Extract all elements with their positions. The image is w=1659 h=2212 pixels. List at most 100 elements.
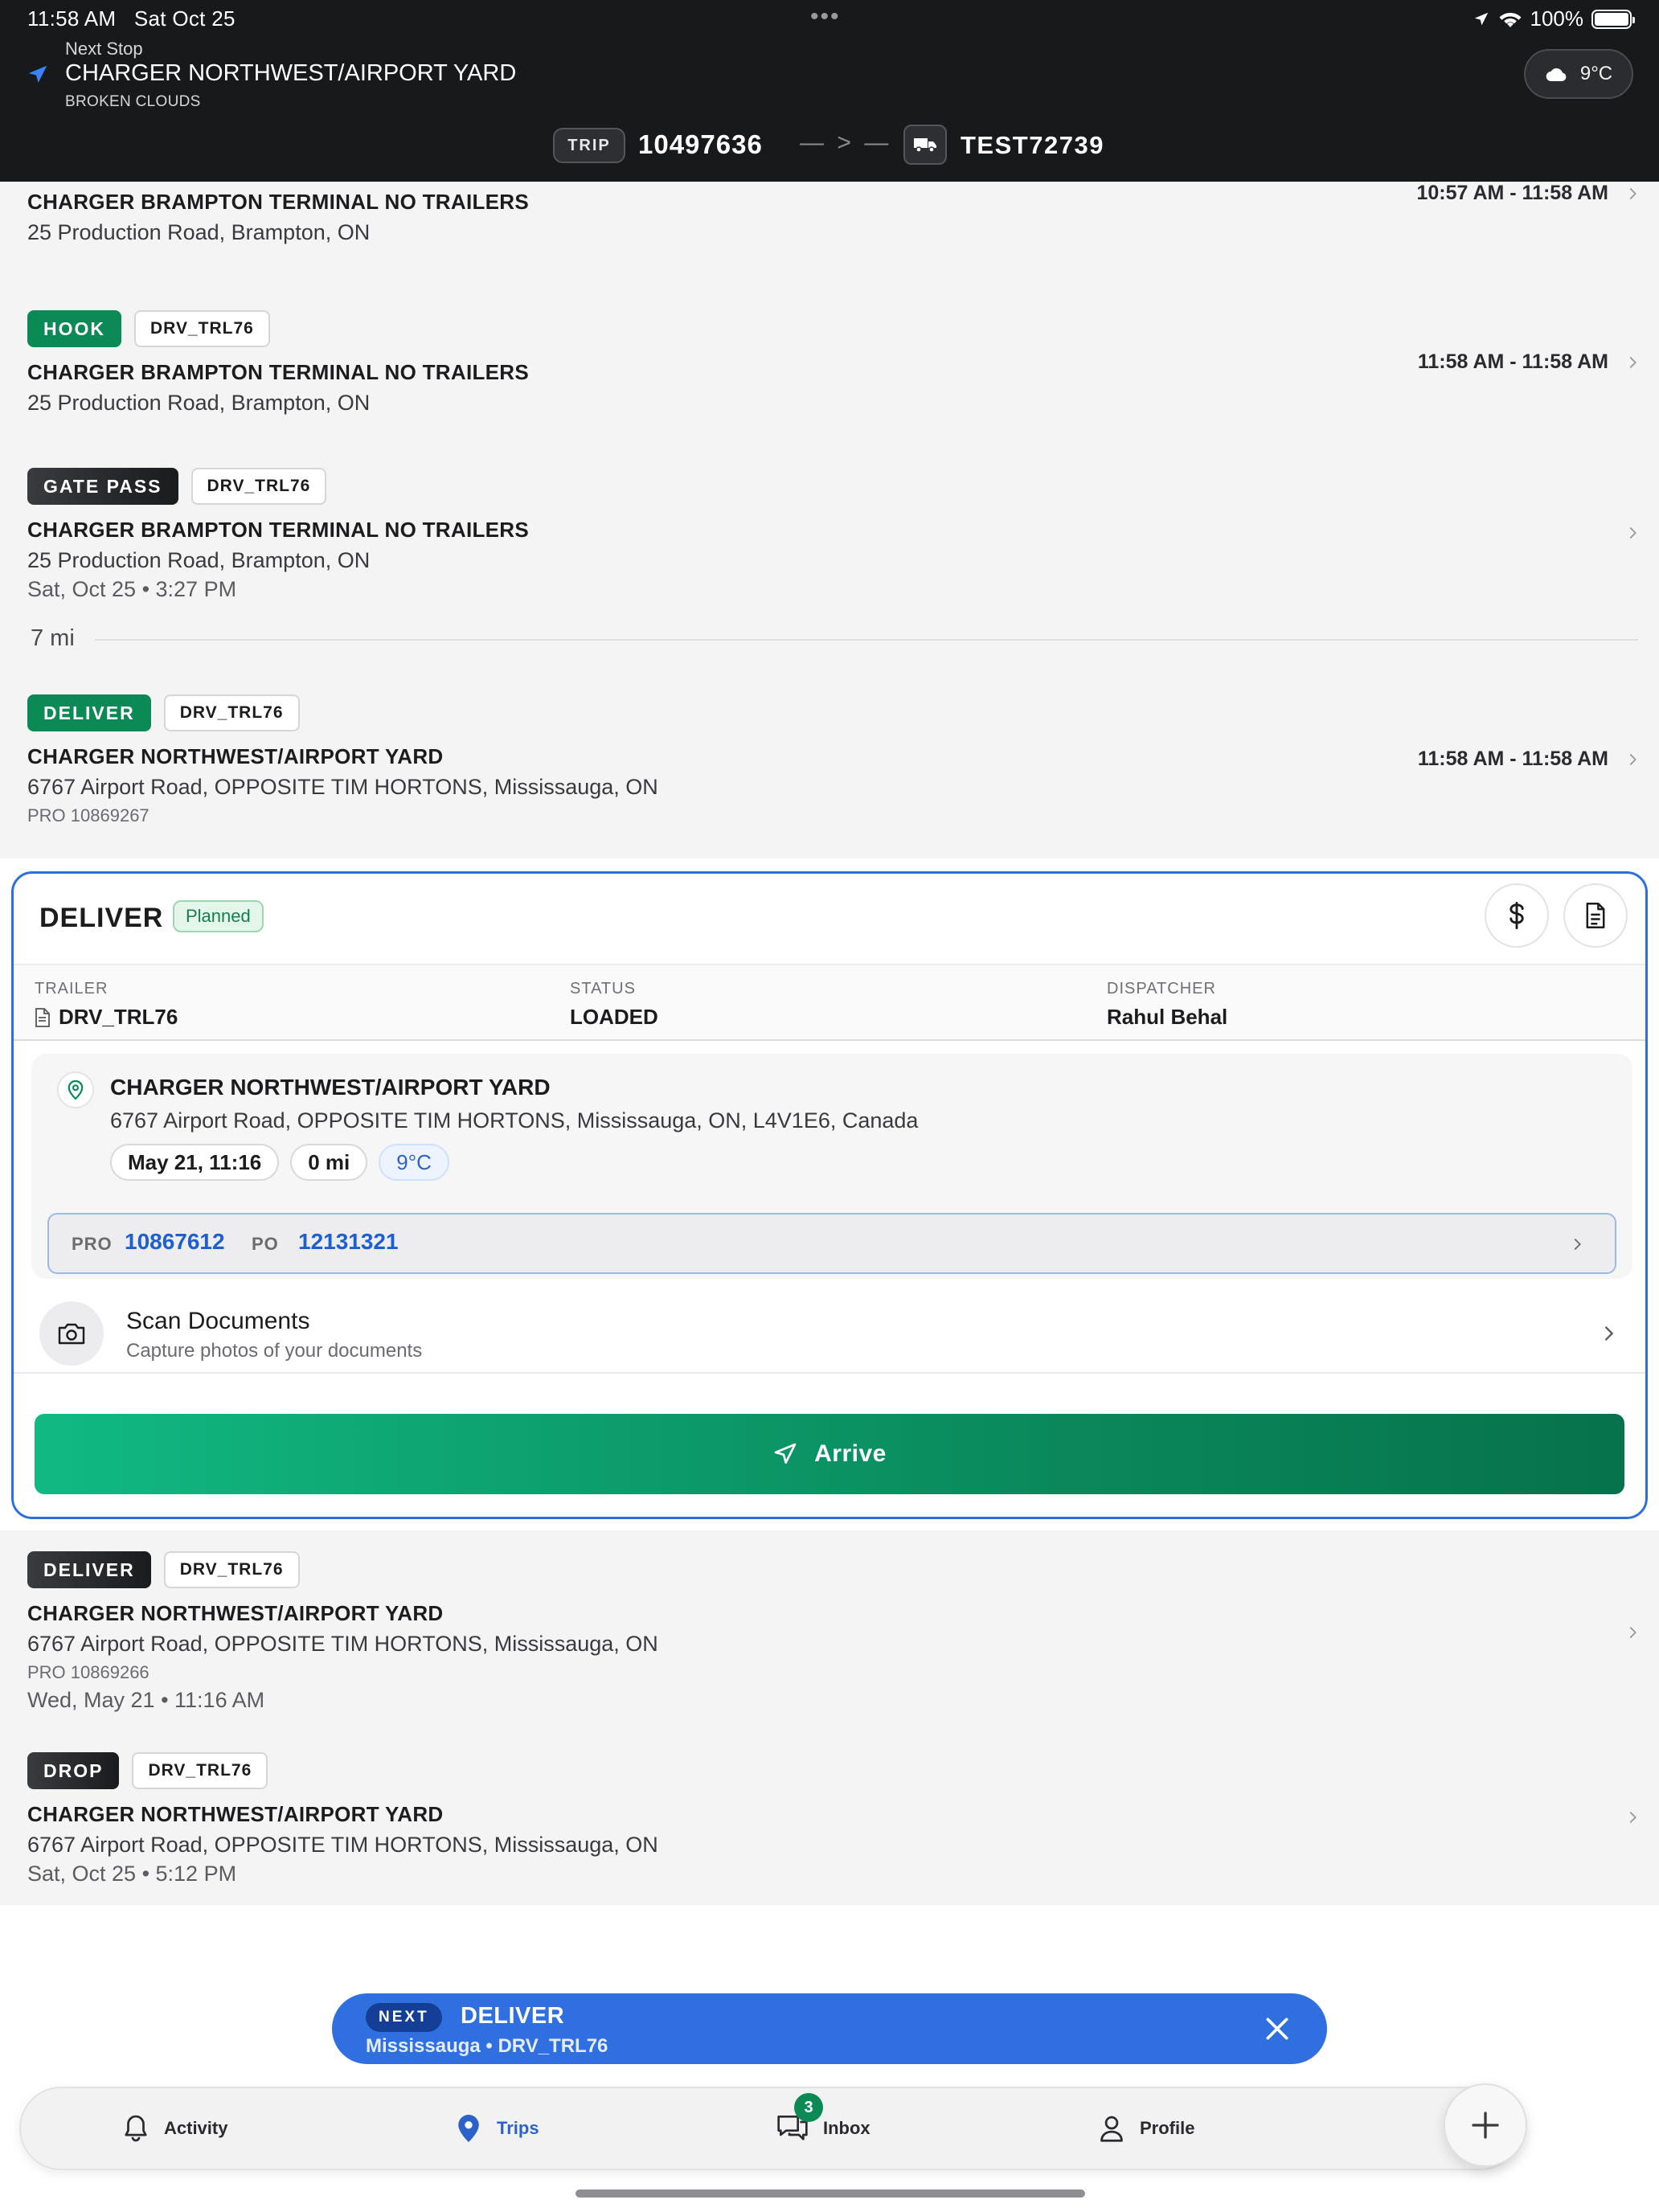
- stop-address: 25 Production Road, Brampton, ON: [27, 391, 371, 415]
- next-stop-name[interactable]: CHARGER NORTHWEST/AIRPORT YARD: [65, 60, 516, 87]
- chevron-right-icon: [1624, 751, 1641, 768]
- arrive-label: Arrive: [814, 1440, 887, 1467]
- navigation-arrow-icon: [28, 65, 47, 83]
- stop-type-badge: DELIVER: [27, 1551, 151, 1588]
- stop-pro: PRO 10869266: [27, 1662, 150, 1682]
- document-small-icon: [35, 1007, 50, 1027]
- dispatcher-info: DISPATCHER Rahul Behal: [1107, 980, 1227, 1030]
- status-bar-time: 11:58 AM Sat Oct 25: [27, 6, 236, 31]
- pro-po-row[interactable]: PRO 10867612 PO 12131321: [47, 1213, 1616, 1274]
- wifi-icon: [1499, 12, 1521, 27]
- stop-date: Sat, Oct 25 • 5:12 PM: [27, 1862, 237, 1886]
- navigation-arrow-icon: [774, 1443, 797, 1464]
- distance-chip: 0 mi: [290, 1144, 368, 1181]
- documents-button[interactable]: [1563, 883, 1628, 948]
- stop-address: 6767 Airport Road, OPPOSITE TIM HORTONS,…: [27, 775, 658, 799]
- stop-item[interactable]: DROP DRV_TRL76 CHARGER NORTHWEST/AIRPORT…: [0, 1752, 1659, 1897]
- dispatcher-value: Rahul Behal: [1107, 1005, 1228, 1029]
- distance-divider: [95, 639, 1638, 641]
- truck-id[interactable]: TEST72739: [961, 131, 1104, 160]
- top-header: 11:58 AM Sat Oct 25 ••• 100% Next Stop C…: [0, 0, 1659, 182]
- trailer-value[interactable]: DRV_TRL76: [59, 1005, 178, 1030]
- trailer-label: TRAILER: [35, 980, 109, 997]
- bell-icon: [125, 2115, 147, 2142]
- tab-activity-label: Activity: [164, 2118, 228, 2138]
- trailer-badge: DRV_TRL76: [163, 694, 300, 731]
- home-indicator[interactable]: [576, 2189, 1085, 2198]
- chevron-right-icon: [1624, 1624, 1641, 1641]
- trailer-info: TRAILER DRV_TRL76: [35, 980, 178, 1030]
- chevron-right-icon: [1624, 354, 1641, 371]
- stop-name: CHARGER BRAMPTON TERMINAL NO TRAILERS: [27, 518, 530, 542]
- next-title: DELIVER: [461, 2003, 565, 2029]
- appointment-chip: May 21, 11:16: [110, 1144, 280, 1181]
- expenses-button[interactable]: [1485, 883, 1549, 948]
- status-info: STATUS LOADED: [570, 980, 658, 1030]
- stop-name: CHARGER NORTHWEST/AIRPORT YARD: [27, 1601, 444, 1625]
- location-address: 6767 Airport Road, OPPOSITE TIM HORTONS,…: [110, 1108, 919, 1133]
- scan-title: Scan Documents: [126, 1308, 310, 1334]
- pro-value: 10867612: [125, 1229, 225, 1254]
- stop-name: CHARGER NORTHWEST/AIRPORT YARD: [27, 1802, 444, 1826]
- status-label: STATUS: [570, 980, 636, 997]
- stop-item[interactable]: CHARGER BRAMPTON TERMINAL NO TRAILERS 25…: [0, 182, 1659, 270]
- status-bar-right: 100%: [1473, 6, 1635, 31]
- multitask-dots-icon[interactable]: •••: [810, 3, 841, 31]
- po-label: PO: [252, 1234, 279, 1254]
- stop-item[interactable]: GATE PASS DRV_TRL76 CHARGER BRAMPTON TER…: [0, 468, 1659, 612]
- next-stop-label: Next Stop: [65, 39, 143, 59]
- chevron-right-icon: [1624, 1809, 1641, 1826]
- tab-profile-label: Profile: [1140, 2118, 1195, 2138]
- document-icon: [1586, 903, 1605, 928]
- weather-temp: 9°C: [1579, 63, 1613, 84]
- chevron-right-icon: [1604, 1326, 1614, 1341]
- stop-time: 11:58 AM - 11:58 AM: [1417, 748, 1608, 770]
- next-subtitle: Mississauga • DRV_TRL76: [366, 2035, 608, 2057]
- trailer-badge: DRV_TRL76: [163, 1551, 300, 1588]
- tab-inbox-label: Inbox: [823, 2118, 870, 2138]
- scan-subtitle: Capture photos of your documents: [126, 1340, 423, 1362]
- stop-item[interactable]: HOOK DRV_TRL76 CHARGER BRAMPTON TERMINAL…: [0, 310, 1659, 423]
- stop-time: 10:57 AM - 11:58 AM: [1416, 182, 1608, 204]
- next-pill: NEXT: [366, 2003, 442, 2032]
- tab-trips[interactable]: Trips: [455, 2088, 539, 2169]
- stop-time: 11:58 AM - 11:58 AM: [1417, 350, 1608, 373]
- stop-pro: PRO 10869267: [27, 805, 150, 825]
- trip-arrow-icon: — > —: [800, 129, 892, 156]
- tab-trips-label: Trips: [497, 2118, 539, 2138]
- trailer-badge: DRV_TRL76: [190, 468, 327, 505]
- weather-pill[interactable]: 9°C: [1524, 49, 1633, 99]
- dispatcher-label: DISPATCHER: [1107, 980, 1216, 997]
- next-stop-banner[interactable]: NEXT DELIVER Mississauga • DRV_TRL76: [332, 1993, 1327, 2064]
- stop-address: 6767 Airport Road, OPPOSITE TIM HORTONS,…: [27, 1833, 658, 1857]
- trip-badge: TRIP: [553, 128, 625, 163]
- chevron-right-icon: [1624, 185, 1641, 203]
- po-value: 12131321: [298, 1229, 399, 1254]
- battery-percent: 100%: [1530, 6, 1584, 31]
- cloud-icon: [1546, 68, 1567, 82]
- trailer-badge: DRV_TRL76: [132, 1752, 268, 1789]
- trip-number[interactable]: 10497636: [638, 129, 763, 160]
- stop-item[interactable]: DELIVER DRV_TRL76 CHARGER NORTHWEST/AIRP…: [0, 1551, 1659, 1712]
- dollar-icon: [1509, 901, 1524, 930]
- tab-profile[interactable]: Profile: [1098, 2088, 1194, 2169]
- user-icon: [1100, 2116, 1123, 2142]
- stop-type-badge: GATE PASS: [27, 468, 178, 505]
- inbox-count-badge: 3: [794, 2093, 823, 2122]
- info-strip: TRAILER DRV_TRL76 STATUS LOADED DISPATCH…: [14, 964, 1645, 1041]
- stop-item[interactable]: DELIVER DRV_TRL76 CHARGER NORTHWEST/AIRP…: [0, 694, 1659, 831]
- location-services-icon: [1474, 12, 1488, 25]
- add-button[interactable]: [1444, 2083, 1527, 2167]
- arrive-button[interactable]: Arrive: [35, 1414, 1624, 1494]
- stop-address: 6767 Airport Road, OPPOSITE TIM HORTONS,…: [27, 1632, 658, 1656]
- chevron-right-icon: [1574, 1238, 1581, 1251]
- tab-inbox[interactable]: Inbox: [776, 2088, 870, 2169]
- scan-documents-row[interactable]: Scan Documents Capture photos of your do…: [14, 1293, 1645, 1374]
- battery-icon: [1591, 9, 1635, 29]
- map-pin-icon: [458, 2115, 479, 2142]
- camera-icon: [39, 1301, 104, 1366]
- close-icon[interactable]: [1261, 2013, 1293, 2045]
- tab-activity[interactable]: Activity: [122, 2088, 227, 2169]
- stop-name: CHARGER BRAMPTON TERMINAL NO TRAILERS: [27, 190, 530, 214]
- card-title: DELIVER: [39, 903, 164, 933]
